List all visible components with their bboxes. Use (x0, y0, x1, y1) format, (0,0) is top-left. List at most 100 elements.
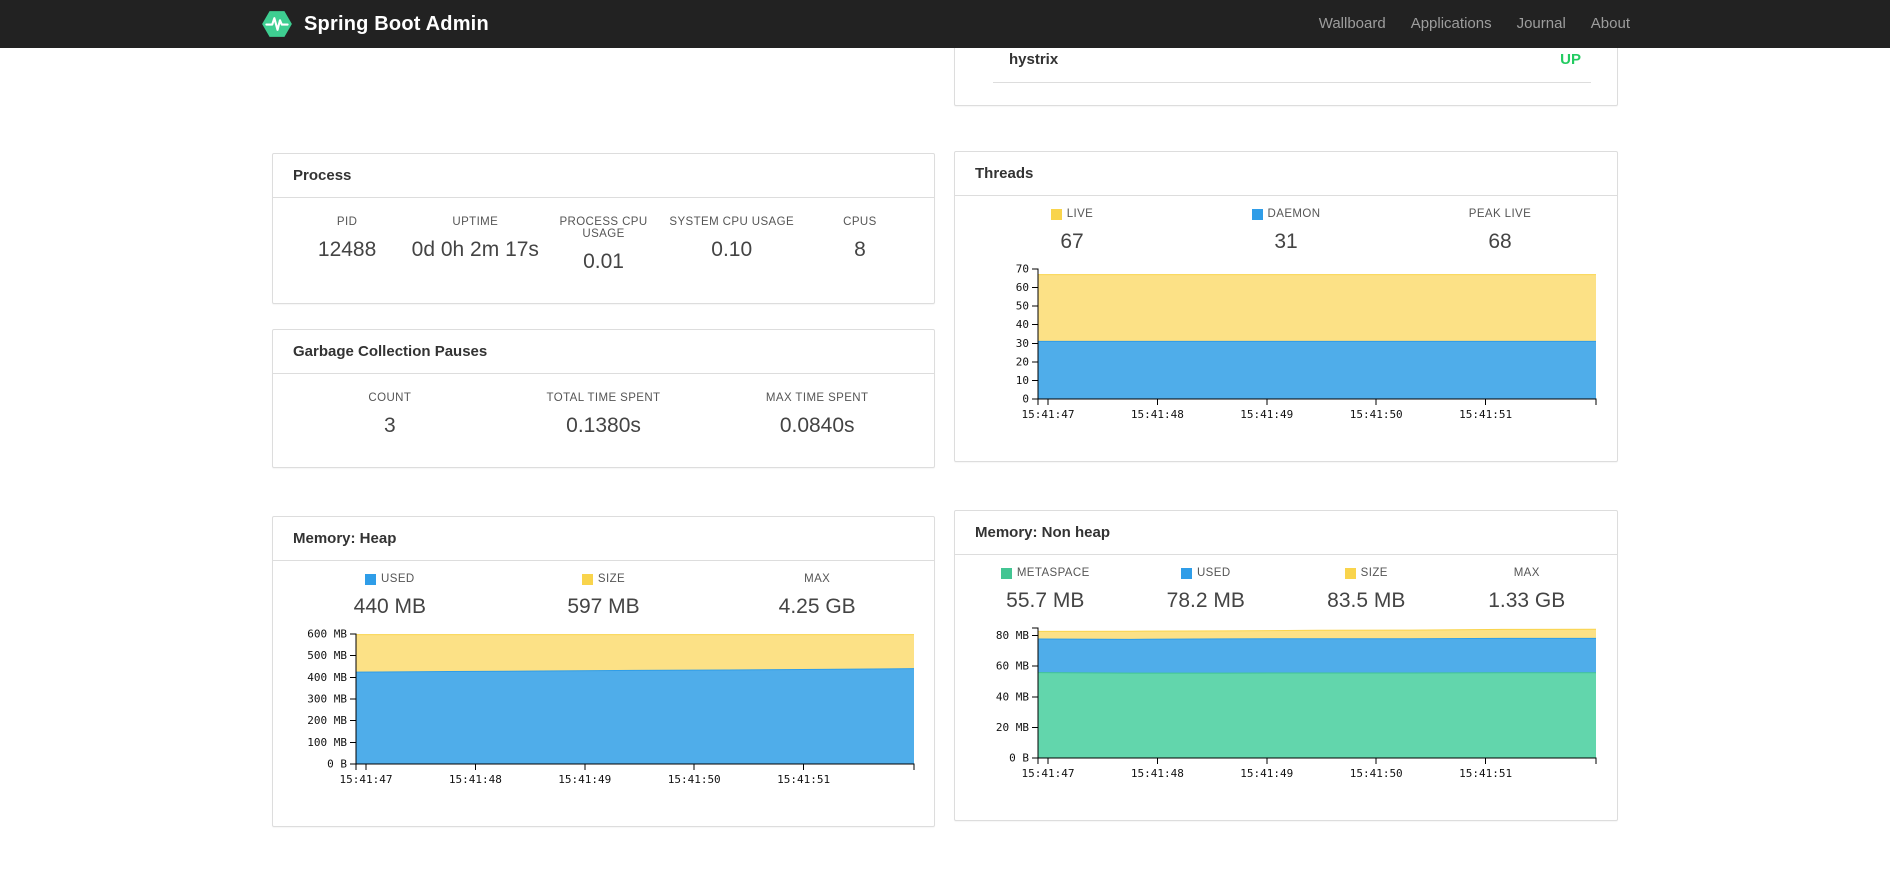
stat-label: METASPACE (965, 567, 1126, 579)
stat-used: USED 78.2 MB (1126, 567, 1287, 614)
stat-value: 78.2 MB (1166, 589, 1245, 612)
svg-text:15:41:51: 15:41:51 (1459, 408, 1512, 421)
stat-value: 0.1380s (566, 414, 641, 437)
threads-panel: Threads LIVE 67 DAEMON 31 PEAK LIVE 68 0 10 20 3… (954, 151, 1618, 462)
area-chart-nonheap: 0 B 20 MB 40 MB 60 MB 80 MB 15:41:47 15:41:48 1… (996, 627, 1597, 780)
application-status-badge: UP (1560, 51, 1581, 68)
memory-heap-panel: Memory: Heap USED 440 MB SIZE 597 MB MAX 4.25… (272, 516, 935, 827)
stat-label: DAEMON (1179, 208, 1393, 220)
stat-pid: PID 12488 (283, 216, 411, 275)
svg-text:500 MB: 500 MB (307, 649, 347, 662)
stat-label: PID (336, 216, 358, 228)
memory-nonheap-stats-row: METASPACE 55.7 MB USED 78.2 MB SIZE 83.5 MB MA… (955, 555, 1617, 614)
brand-link[interactable]: Spring Boot Admin (260, 7, 489, 41)
svg-text:15:41:47: 15:41:47 (339, 773, 392, 786)
stat-label: SIZE (1286, 567, 1447, 579)
svg-text:0 B: 0 B (327, 758, 347, 771)
memory-nonheap-panel-title: Memory: Non heap (955, 511, 1617, 555)
svg-text:0: 0 (1022, 393, 1029, 406)
gc-stats-row: COUNT 3 TOTAL TIME SPENT 0.1380s MAX TIME SP… (273, 374, 934, 467)
process-panel: Process PID 12488 UPTIME 0d 0h 2m 17s PROCES… (272, 153, 935, 304)
threads-chart: 0 10 20 30 40 50 60 70 15:41:47 15:41:48 15:41:49 1… (955, 255, 1617, 461)
svg-text:50: 50 (1016, 300, 1029, 313)
stat-label: COUNT (368, 392, 412, 404)
svg-text:70: 70 (1016, 263, 1029, 276)
top-navbar: Spring Boot Admin Wallboard Applications J… (0, 0, 1890, 48)
stat-label: TOTAL TIME SPENT (546, 392, 661, 404)
stat-peak-live: PEAK LIVE 68 (1393, 208, 1607, 255)
svg-text:300 MB: 300 MB (307, 693, 347, 706)
svg-text:15:41:50: 15:41:50 (1350, 408, 1403, 421)
stat-label: MAX (1513, 567, 1540, 579)
svg-text:400 MB: 400 MB (307, 671, 347, 684)
gc-pauses-panel-title: Garbage Collection Pauses (273, 330, 934, 374)
stat-value: 1.33 GB (1488, 589, 1566, 612)
stat-system-cpu-usage: SYSTEM CPU USAGE 0.10 (668, 216, 796, 275)
svg-text:100 MB: 100 MB (307, 736, 347, 749)
stat-process-cpu-usage: PROCESS CPU USAGE 0.01 (539, 216, 667, 275)
stat-value: 55.7 MB (1006, 589, 1085, 612)
stat-value: 83.5 MB (1327, 589, 1406, 612)
nav-item-wallboard[interactable]: Wallboard (1319, 0, 1386, 48)
memory-heap-chart: 0 B 100 MB 200 MB 300 MB 400 MB 500 MB 600 MB 1… (273, 620, 934, 826)
legend-swatch-icon (1050, 208, 1062, 220)
nav-item-journal[interactable]: Journal (1517, 0, 1566, 48)
svg-text:60: 60 (1016, 281, 1029, 294)
application-name: hystrix (1009, 51, 1059, 68)
stat-label: MAX (804, 573, 831, 585)
svg-text:15:41:48: 15:41:48 (1131, 767, 1184, 780)
stat-label: PEAK LIVE (1468, 208, 1532, 220)
stat-value: 3 (383, 414, 396, 437)
stat-cpus: CPUS 8 (796, 216, 924, 275)
memory-heap-panel-title: Memory: Heap (273, 517, 934, 561)
stat-value: 597 MB (567, 595, 640, 618)
legend-swatch-icon (1344, 567, 1356, 579)
stat-value: 31 (1274, 230, 1298, 253)
brand-title: Spring Boot Admin (304, 12, 489, 35)
stat-total-time-spent: TOTAL TIME SPENT 0.1380s (497, 392, 711, 439)
svg-text:80 MB: 80 MB (996, 629, 1029, 642)
legend-swatch-icon (1180, 567, 1192, 579)
stat-max: MAX 4.25 GB (710, 573, 924, 620)
svg-text:15:41:49: 15:41:49 (558, 773, 611, 786)
stat-label: SIZE (497, 573, 711, 585)
stat-max: MAX 1.33 GB (1447, 567, 1608, 614)
stat-metaspace: METASPACE 55.7 MB (965, 567, 1126, 614)
svg-text:40 MB: 40 MB (996, 690, 1029, 703)
area-chart-heap: 0 B 100 MB 200 MB 300 MB 400 MB 500 MB 600 MB 1… (307, 628, 914, 786)
stat-daemon: DAEMON 31 (1179, 208, 1393, 255)
stat-value: 0.0840s (779, 414, 855, 437)
nav-item-about[interactable]: About (1591, 0, 1630, 48)
svg-text:15:41:49: 15:41:49 (1240, 408, 1293, 421)
stat-uptime: UPTIME 0d 0h 2m 17s (411, 216, 539, 275)
svg-text:15:41:51: 15:41:51 (777, 773, 830, 786)
stat-value: 440 MB (353, 595, 427, 618)
stat-value: 12488 (317, 238, 377, 261)
stat-label: USED (1126, 567, 1287, 579)
threads-stats-row: LIVE 67 DAEMON 31 PEAK LIVE 68 (955, 196, 1617, 255)
svg-text:600 MB: 600 MB (307, 628, 347, 641)
area-chart-threads: 0 10 20 30 40 50 60 70 15:41:47 15:41:48 15:41:49 1… (1016, 263, 1597, 421)
stat-live: LIVE 67 (965, 208, 1179, 255)
svg-text:60 MB: 60 MB (996, 660, 1029, 673)
threads-panel-title: Threads (955, 152, 1617, 196)
memory-nonheap-panel: Memory: Non heap METASPACE 55.7 MB USED 78.… (954, 510, 1618, 821)
svg-text:15:41:50: 15:41:50 (667, 773, 720, 786)
svg-text:20 MB: 20 MB (996, 721, 1029, 734)
process-stats-row: PID 12488 UPTIME 0d 0h 2m 17s PROCESS CPU US… (273, 198, 934, 303)
svg-text:0 B: 0 B (1009, 752, 1029, 765)
stat-size: SIZE 83.5 MB (1286, 567, 1447, 614)
application-panel-footer (955, 83, 1617, 105)
nav-item-applications[interactable]: Applications (1411, 0, 1492, 48)
stat-label: LIVE (965, 208, 1179, 220)
svg-text:40: 40 (1016, 318, 1029, 331)
pulse-hexagon-logo-icon (260, 7, 294, 41)
legend-swatch-icon (581, 573, 593, 585)
svg-text:15:41:47: 15:41:47 (1022, 767, 1075, 780)
svg-text:15:41:51: 15:41:51 (1459, 767, 1512, 780)
svg-text:10: 10 (1016, 374, 1029, 387)
svg-text:15:41:48: 15:41:48 (448, 773, 501, 786)
stat-value: 8 (854, 238, 866, 261)
stat-label: CPUS (843, 216, 877, 228)
svg-text:200 MB: 200 MB (307, 714, 347, 727)
